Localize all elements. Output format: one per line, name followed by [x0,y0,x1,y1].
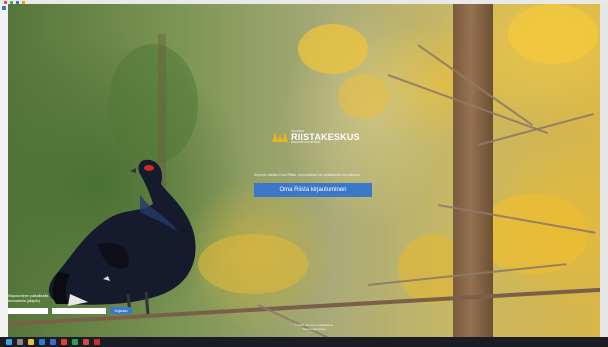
foliage [508,4,598,64]
media-icon[interactable] [94,339,100,345]
chrome-icon[interactable] [61,339,67,345]
background-photo [8,4,600,337]
logo-text: SUOMEN RIISTAKESKUS FINLANDS VILTCENTRAL [291,130,360,145]
mail-icon[interactable] [50,339,56,345]
login-hint-text: Kirjaudu sisään Oma Riista -tunnuksillas… [254,173,360,177]
folder-icon[interactable] [28,339,34,345]
oma-riista-login-button[interactable]: Oma Riista kirjautuminen [254,183,372,197]
riistakeskus-logo: SUOMEN RIISTAKESKUS FINLANDS VILTCENTRAL [272,130,360,145]
start-icon[interactable] [6,339,12,345]
twig [477,112,595,146]
app-icon[interactable] [83,339,89,345]
local-login-button[interactable]: Kirjaudu [110,307,132,314]
foliage [108,44,198,164]
screen: SUOMEN RIISTAKESKUS FINLANDS VILTCENTRAL… [0,0,608,347]
search-icon[interactable] [17,339,23,345]
local-login-label-2: tunnuksella (ylläpito) [8,299,40,303]
username-input[interactable] [8,307,48,314]
logo-mark-icon [272,132,288,143]
browser-icon[interactable] [39,339,45,345]
foliage [298,24,368,74]
foliage [338,74,388,119]
window-icon [2,6,6,10]
tree-trunk [453,4,493,337]
logo-sub-text: FINLANDS VILTCENTRAL [291,141,321,144]
password-input[interactable] [52,307,106,314]
left-panel [0,4,8,337]
local-login-form: Kirjautuminen paikallisella tunnuksella … [8,294,138,314]
taskbar [0,337,608,347]
local-login-row: Kirjaudu [8,307,138,314]
footer: © 2021 Suomen riistakeskus Tietosuojasel… [264,323,364,331]
scrollbar[interactable] [600,4,608,337]
app-icon[interactable] [72,339,78,345]
privacy-link[interactable]: Tietosuojaseloste [264,327,364,331]
foliage [478,194,588,274]
